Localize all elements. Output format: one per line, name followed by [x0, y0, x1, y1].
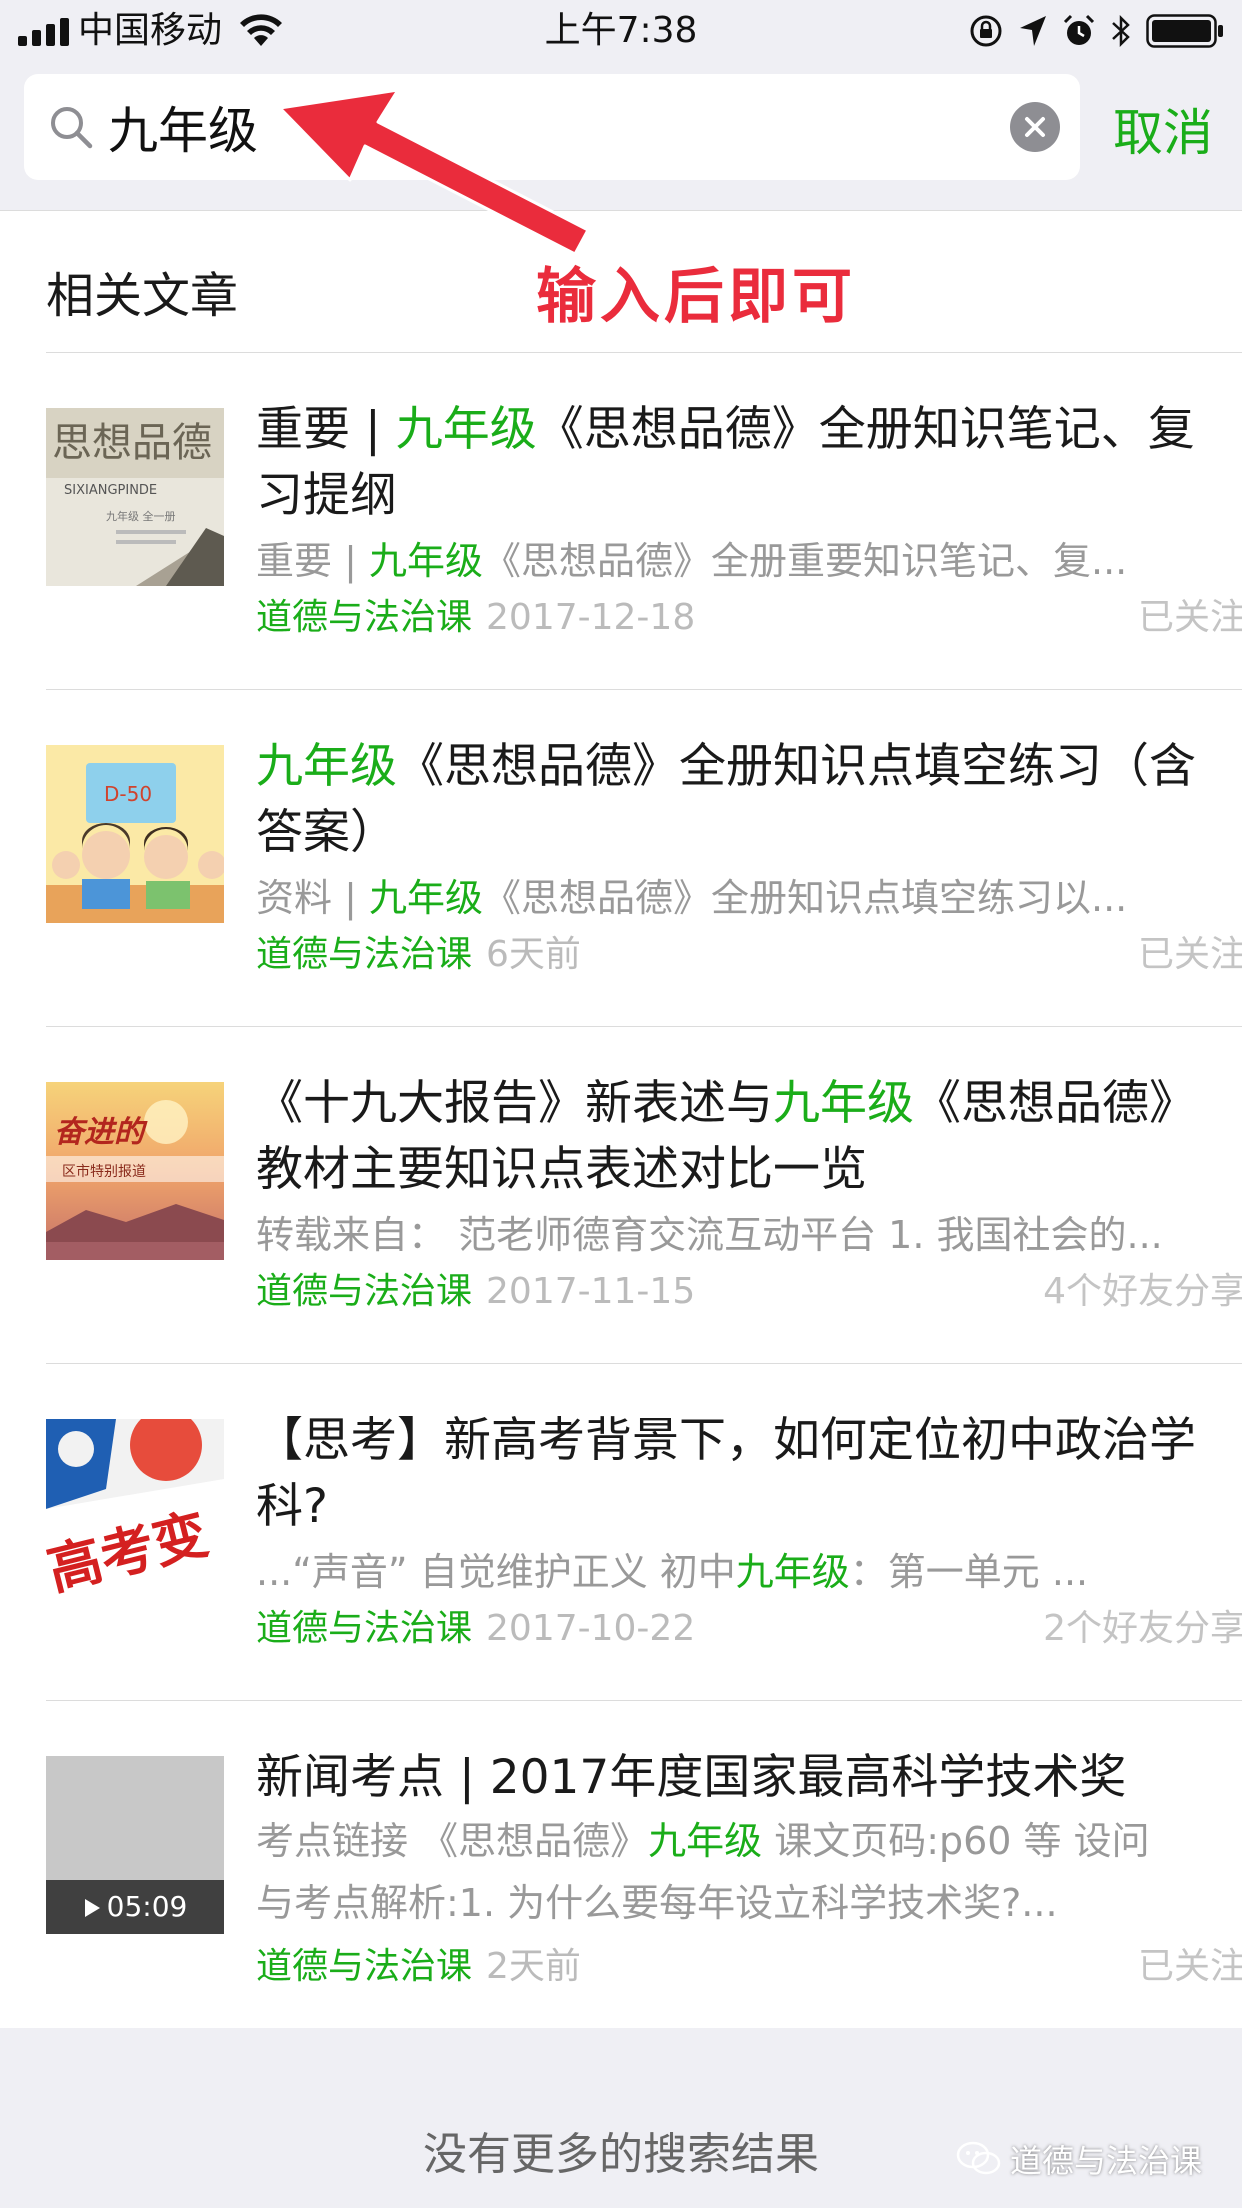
video-thumbnail: 05:09 [46, 1756, 224, 1934]
result-source[interactable]: 道德与法治课 [256, 934, 472, 975]
svg-text:SIXIANGPINDE: SIXIANGPINDE [64, 483, 157, 498]
result-source[interactable]: 道德与法治课 [256, 1271, 472, 1312]
result-source[interactable]: 道德与法治课 [256, 1608, 472, 1649]
result-status: 已关注 [1137, 1946, 1242, 1987]
result-snippet: 考点链接 《思想品德》九年级 课文页码:p60 等 设问 [256, 1819, 1150, 1863]
article-thumbnail: 思想品德 SIXIANGPINDE 九年级 全一册 [46, 408, 224, 586]
result-status: 4个好友分享 [1043, 1271, 1242, 1312]
annotation-arrow-icon [278, 88, 590, 256]
result-item[interactable]: D-50 九年级《思想品德》全册知识点填空练习（含答案） 资料 | 九年级《思想… [46, 690, 1242, 1027]
section-title: 相关文章 [46, 268, 239, 324]
result-snippet: 重要 | 九年级《思想品德》全册重要知识笔记、复... [256, 539, 1128, 583]
result-item[interactable]: 高考变 【思考】新高考背景下，如何定位初中政治学科? ...“声音” 自觉维护正… [46, 1364, 1242, 1701]
result-date: 6天前 [486, 934, 581, 975]
bluetooth-icon [1112, 14, 1130, 48]
result-status: 已关注 [1137, 597, 1242, 638]
result-meta: 道德与法治课 6天前 已关注 [256, 931, 1242, 979]
svg-text:奋进的: 奋进的 [54, 1115, 148, 1150]
battery-icon [1146, 14, 1224, 48]
annotation-callout: 输入后即可 [536, 262, 856, 332]
result-meta: 道德与法治课 2天前 已关注 [256, 1943, 1242, 1991]
account-watermark: 道德与法治课 [956, 2136, 1202, 2182]
search-icon [51, 107, 93, 149]
result-meta: 道德与法治课 2017-10-22 2个好友分享 [256, 1605, 1242, 1653]
result-date: 2017-11-15 [486, 1271, 696, 1312]
result-title: 【思考】新高考背景下，如何定位初中政治学科? [256, 1413, 1196, 1534]
result-title: 重要 | 九年级《思想品德》全册知识笔记、复习提纲 [256, 402, 1195, 523]
svg-text:区市特别报道: 区市特别报道 [62, 1163, 146, 1180]
clear-icon [1025, 117, 1045, 137]
result-title: 《十九大报告》新表述与九年级《思想品德》教材主要知识点表述对比一览 [256, 1076, 1196, 1197]
article-thumbnail: 高考变 [46, 1419, 224, 1597]
thumb-title: 思想品德 [52, 420, 212, 466]
result-item[interactable]: 思想品德 SIXIANGPINDE 九年级 全一册 重要 | 九年级《思想品德》… [46, 353, 1242, 690]
result-date: 2天前 [486, 1946, 581, 1987]
result-date: 2017-10-22 [486, 1608, 696, 1649]
result-meta: 道德与法治课 2017-12-18 已关注 [256, 594, 1242, 642]
wechat-icon [956, 2141, 1001, 2175]
result-meta: 道德与法治课 2017-11-15 4个好友分享 [256, 1268, 1242, 1316]
result-item[interactable]: 奋进的 区市特别报道 《十九大报告》新表述与九年级《思想品德》教材主要知识点表述… [46, 1027, 1242, 1364]
result-snippet: 转载来自： 范老师德育交流互动平台 1. 我国社会的... [256, 1213, 1163, 1257]
result-snippet: 资料 | 九年级《思想品德》全册知识点填空练习以... [256, 876, 1128, 920]
video-duration: 05:09 [46, 1880, 224, 1934]
article-thumbnail: 奋进的 区市特别报道 [46, 1082, 224, 1260]
result-title: 新闻考点 | 2017年度国家最高科学技术奖 [256, 1750, 1127, 1805]
result-snippet-line2: 与考点解析:1. 为什么要每年设立科学技术奖?... [256, 1881, 1058, 1925]
orientation-lock-icon [970, 15, 1002, 47]
result-snippet: ...“声音” 自觉维护正义 初中九年级：第一单元 ... [256, 1550, 1089, 1594]
svg-text:九年级 全一册: 九年级 全一册 [106, 509, 176, 523]
result-item[interactable]: 05:09 新闻考点 | 2017年度国家最高科学技术奖 考点链接 《思想品德》… [46, 1701, 1242, 2071]
svg-text:D-50: D-50 [104, 782, 152, 806]
search-header: 取消 [0, 62, 1242, 211]
result-status: 已关注 [1137, 934, 1242, 975]
status-icons [968, 10, 1224, 52]
result-source[interactable]: 道德与法治课 [256, 597, 472, 638]
result-list: 思想品德 SIXIANGPINDE 九年级 全一册 重要 | 九年级《思想品德》… [0, 353, 1242, 2071]
alarm-icon [1063, 14, 1095, 45]
clear-search-button[interactable] [1010, 102, 1060, 152]
result-status: 2个好友分享 [1043, 1608, 1242, 1649]
location-icon [1020, 16, 1046, 46]
footer: 没有更多的搜索结果 道德与法治课 [0, 2028, 1242, 2208]
result-title: 九年级《思想品德》全册知识点填空练习（含答案） [256, 739, 1196, 860]
result-source[interactable]: 道德与法治课 [256, 1946, 472, 1987]
cancel-button[interactable]: 取消 [1098, 98, 1228, 168]
play-icon [84, 1899, 100, 1917]
result-date: 2017-12-18 [486, 597, 696, 638]
status-bar: 中国移动 上午7:38 [0, 0, 1242, 62]
article-thumbnail: D-50 [46, 745, 224, 923]
